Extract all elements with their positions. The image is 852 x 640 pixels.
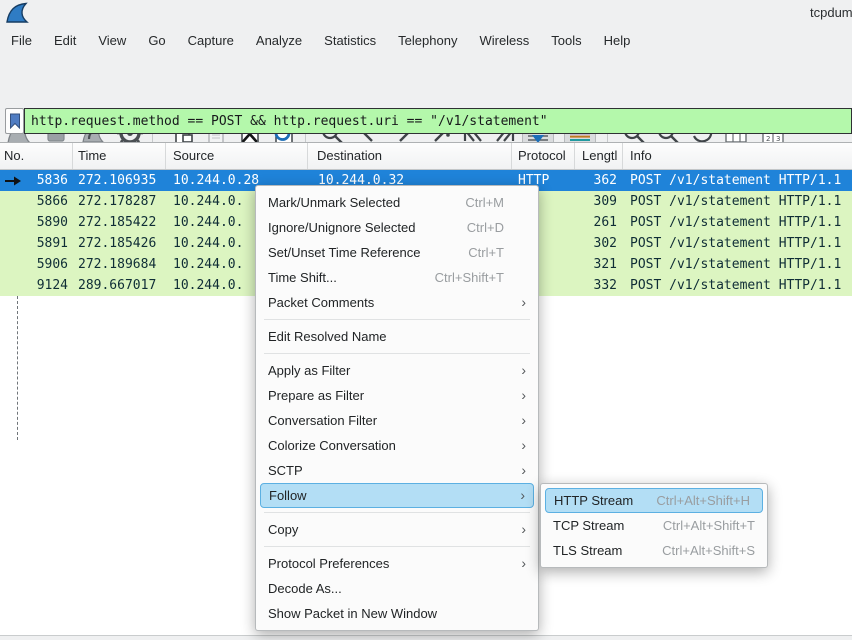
filter-bar	[0, 108, 852, 136]
menu-edit[interactable]: Edit	[43, 29, 87, 52]
menu-separator	[264, 546, 530, 547]
submenu-arrow-icon: ›	[521, 383, 526, 408]
column-header-length[interactable]: Lengtl	[575, 143, 623, 169]
menu-item-tcp-stream[interactable]: TCP Stream Ctrl+Alt+Shift+T	[541, 513, 767, 538]
titlebar: tcpdump	[0, 0, 852, 26]
menu-item-show-packet-in-new-window[interactable]: Show Packet in New Window	[256, 601, 538, 626]
current-packet-arrow-icon	[4, 175, 22, 187]
menu-item-apply-as-filter[interactable]: Apply as Filter ›	[256, 358, 538, 383]
menu-go[interactable]: Go	[137, 29, 176, 52]
menu-item-packet-comments[interactable]: Packet Comments ›	[256, 290, 538, 315]
menu-item-prepare-as-filter[interactable]: Prepare as Filter ›	[256, 383, 538, 408]
menu-view[interactable]: View	[87, 29, 137, 52]
window-title: tcpdump	[810, 5, 852, 20]
menu-analyze[interactable]: Analyze	[245, 29, 313, 52]
packet-context-menu: Mark/Unmark Selected Ctrl+M Ignore/Unign…	[255, 185, 539, 631]
wireshark-window: tcpdump File Edit View Go Capture Analyz…	[0, 0, 852, 640]
menu-item-ignore-unignore-selected[interactable]: Ignore/Unignore Selected Ctrl+D	[256, 215, 538, 240]
menu-item-protocol-preferences[interactable]: Protocol Preferences ›	[256, 551, 538, 576]
menu-item-colorize-conversation[interactable]: Colorize Conversation ›	[256, 433, 538, 458]
column-header-no[interactable]: No.	[0, 143, 73, 169]
submenu-arrow-icon: ›	[521, 358, 526, 383]
menu-separator	[264, 353, 530, 354]
menu-item-conversation-filter[interactable]: Conversation Filter ›	[256, 408, 538, 433]
submenu-arrow-icon: ›	[520, 483, 525, 508]
menu-separator	[264, 512, 530, 513]
menu-capture[interactable]: Capture	[177, 29, 245, 52]
menu-item-mark-unmark-selected[interactable]: Mark/Unmark Selected Ctrl+M	[256, 190, 538, 215]
submenu-arrow-icon: ›	[521, 290, 526, 315]
submenu-arrow-icon: ›	[521, 551, 526, 576]
submenu-arrow-icon: ›	[521, 517, 526, 542]
column-header-destination[interactable]: Destination	[308, 143, 512, 169]
menu-item-http-stream[interactable]: HTTP Stream Ctrl+Alt+Shift+H	[545, 488, 763, 513]
menu-item-set-unset-time-reference[interactable]: Set/Unset Time Reference Ctrl+T	[256, 240, 538, 265]
submenu-arrow-icon: ›	[521, 408, 526, 433]
menu-separator	[264, 319, 530, 320]
menu-tools[interactable]: Tools	[540, 29, 592, 52]
menu-item-follow[interactable]: Follow ›	[260, 483, 534, 508]
menu-statistics[interactable]: Statistics	[313, 29, 387, 52]
menu-help[interactable]: Help	[593, 29, 642, 52]
main-toolbar: 123	[0, 54, 852, 104]
filter-bookmark-button[interactable]	[5, 108, 24, 134]
column-header-protocol[interactable]: Protocol	[512, 143, 575, 169]
display-filter-input[interactable]	[24, 108, 852, 134]
menu-wireless[interactable]: Wireless	[468, 29, 540, 52]
menu-item-time-shift[interactable]: Time Shift... Ctrl+Shift+T	[256, 265, 538, 290]
column-header-time[interactable]: Time	[73, 143, 166, 169]
status-bar-edge	[0, 635, 852, 640]
menubar: File Edit View Go Capture Analyze Statis…	[0, 26, 852, 54]
menu-telephony[interactable]: Telephony	[387, 29, 468, 52]
submenu-arrow-icon: ›	[521, 458, 526, 483]
menu-item-edit-resolved-name[interactable]: Edit Resolved Name	[256, 324, 538, 349]
menu-item-sctp[interactable]: SCTP ›	[256, 458, 538, 483]
submenu-arrow-icon: ›	[521, 433, 526, 458]
column-header-info[interactable]: Info	[623, 143, 852, 169]
packet-list-header: No. Time Source Destination Protocol Len…	[0, 143, 852, 170]
bookmark-icon	[9, 113, 21, 129]
follow-submenu: HTTP Stream Ctrl+Alt+Shift+H TCP Stream …	[540, 483, 768, 568]
column-header-source[interactable]: Source	[166, 143, 308, 169]
menu-file[interactable]: File	[0, 29, 43, 52]
menu-item-copy[interactable]: Copy ›	[256, 517, 538, 542]
wireshark-logo-icon	[5, 2, 29, 24]
menu-item-decode-as[interactable]: Decode As...	[256, 576, 538, 601]
menu-item-tls-stream[interactable]: TLS Stream Ctrl+Alt+Shift+S	[541, 538, 767, 563]
